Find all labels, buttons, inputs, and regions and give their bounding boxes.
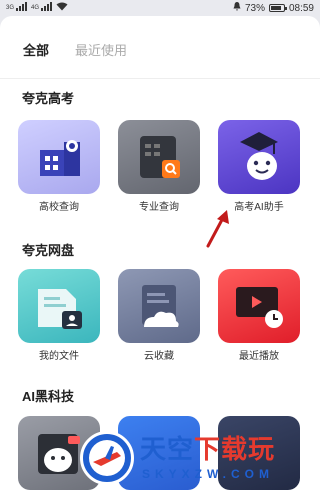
school-building-icon (18, 120, 100, 194)
watermark-logo-icon (80, 431, 134, 485)
divider (0, 78, 320, 79)
wifi-icon (56, 2, 68, 11)
recent-play-icon (218, 269, 300, 343)
tile-major-search[interactable]: 专业查询 (118, 120, 200, 213)
tile-label: 我的文件 (39, 351, 79, 362)
watermark-title: 天空下载玩 (140, 434, 276, 464)
cloud-favorite-icon (118, 269, 200, 343)
annotation-arrow-icon (206, 210, 229, 248)
watermark: 天空下载玩 SKYXZW.COM (80, 425, 320, 492)
section-title-gaokao: 夸克高考 (22, 91, 75, 106)
battery-icon (268, 4, 287, 12)
notification-icon (233, 2, 241, 14)
tile-gaokao-ai-assistant[interactable]: 高考AI助手 (218, 120, 300, 213)
tile-cloud-favorites[interactable]: 云收藏 (118, 269, 200, 362)
clock: 08:59 (288, 2, 314, 14)
graduation-cap-robot-icon (218, 120, 300, 194)
section-title-netdisk: 夸克网盘 (22, 243, 75, 258)
tile-school-search[interactable]: 高校查询 (18, 120, 100, 213)
tile-my-files[interactable]: 我的文件 (18, 269, 100, 362)
tab-recent[interactable]: 最近使用 (75, 40, 127, 59)
section-title-ai-tech: AI黑科技 (22, 389, 75, 404)
battery-percent: 73% (244, 2, 265, 14)
watermark-subtitle: SKYXZW.COM (142, 467, 275, 481)
tile-recent-play[interactable]: 最近播放 (218, 269, 300, 362)
tab-all[interactable]: 全部 (23, 40, 49, 59)
tile-label: 最近播放 (239, 351, 279, 362)
tile-label: 云收藏 (144, 351, 174, 362)
my-files-icon (18, 269, 100, 343)
tile-label: 高校查询 (39, 202, 79, 213)
cell-signal-icon: 3G (6, 2, 28, 11)
app-drawer-sheet: 全部 最近使用 夸克高考 高校查询 专业查询 高考AI助手 夸克网盘 我的文件 … (0, 16, 320, 492)
status-bar: 3G 4G 73% 08:59 (0, 0, 320, 16)
tab-bar: 全部 最近使用 (23, 40, 127, 59)
tile-label: 专业查询 (139, 202, 179, 213)
cell-signal-icon: 4G (31, 2, 53, 11)
major-search-icon (118, 120, 200, 194)
